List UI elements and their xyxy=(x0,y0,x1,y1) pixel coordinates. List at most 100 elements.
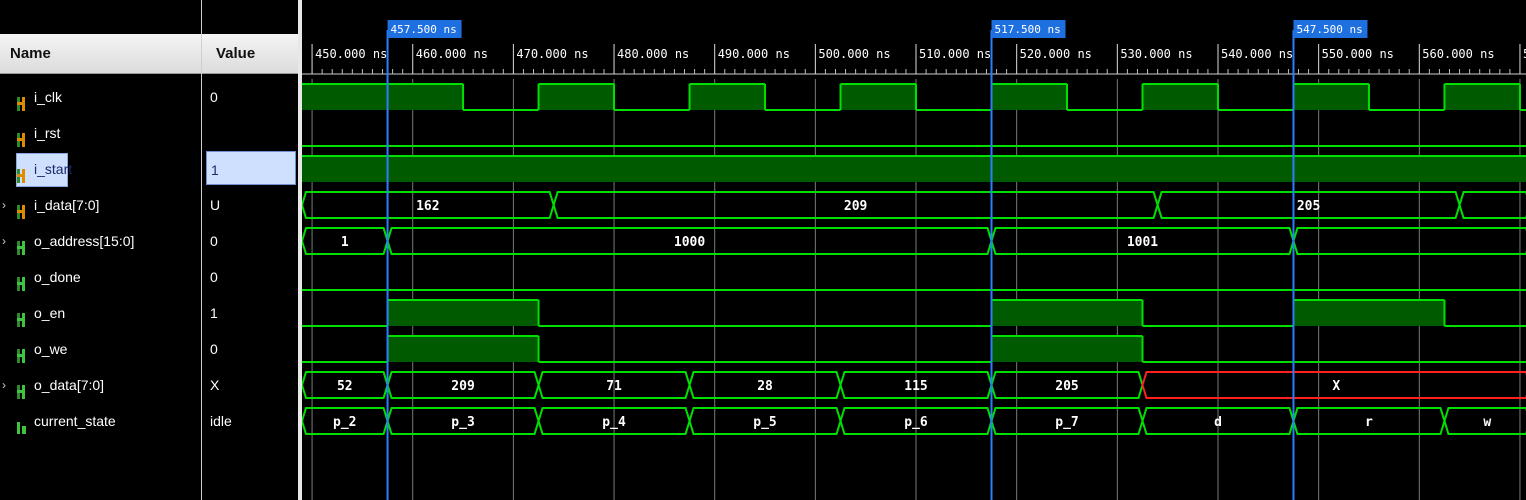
signal-values-panel: Value 0 1 U 0 0 1 0 Xidle xyxy=(202,0,298,500)
signal-name: o_en xyxy=(34,305,66,321)
state-signal-icon xyxy=(16,413,28,434)
bus-value-label: 205 xyxy=(1297,199,1320,214)
bus-value-label: r xyxy=(1365,415,1373,430)
signal-value: 0 xyxy=(210,89,218,105)
bus-value-label: 28 xyxy=(757,379,773,394)
waveform-viewer[interactable]: 450.000 ns 460.000 ns 470.000 ns 480.000 ns… xyxy=(302,0,1526,500)
signal-row-o_en[interactable]: o_en xyxy=(0,295,201,331)
output-bus-icon xyxy=(16,233,28,255)
bus-value-label: 209 xyxy=(451,379,474,394)
bus-value-label: p_3 xyxy=(451,415,474,430)
signal-name: i_data[7:0] xyxy=(34,197,100,213)
signal-row-o_address150[interactable]: › o_address[15:0] xyxy=(0,223,201,259)
signal-value: U xyxy=(210,197,221,213)
signal-name: o_done xyxy=(34,269,81,285)
signal-row-o_data70[interactable]: › o_data[7:0] xyxy=(0,367,201,403)
ruler-tick-label: 500.000 ns xyxy=(818,47,890,61)
output-signal-icon xyxy=(16,269,28,291)
bus-value-label: 205 xyxy=(1055,379,1078,394)
signal-names-panel: Name i_clk i_rst i_start › i_data[7:0] › o_add… xyxy=(0,0,201,500)
time-marker-label: 547.500 ns xyxy=(1296,23,1362,36)
time-marker-label: 517.500 ns xyxy=(995,23,1061,36)
wave-high-fill xyxy=(1444,84,1520,110)
signal-name: i_rst xyxy=(34,125,61,141)
signal-row-current_state[interactable]: current_state xyxy=(0,403,201,439)
input-signal-icon xyxy=(16,89,28,111)
bus-value-label: w xyxy=(1483,415,1491,430)
bus-value-label: 1001 xyxy=(1127,235,1158,250)
ruler-tick-label: 560.000 ns xyxy=(1422,47,1494,61)
bus-value-label: 1000 xyxy=(674,235,705,250)
ruler-tick-label: 540.000 ns xyxy=(1221,47,1293,61)
bus-value-label: p_2 xyxy=(333,415,356,430)
ruler-tick-label: 550.000 ns xyxy=(1322,47,1394,61)
wave-high-fill xyxy=(387,84,464,110)
bus-value-label: p_6 xyxy=(904,415,928,430)
signal-value: 0 xyxy=(210,341,218,357)
bus-segment xyxy=(1458,191,1526,219)
signal-name: o_address[15:0] xyxy=(34,233,135,249)
signal-value: 0 xyxy=(210,233,218,249)
wave-high-fill xyxy=(302,84,388,110)
output-bus-icon xyxy=(16,377,28,399)
wave-high-fill xyxy=(1142,84,1218,110)
time-marker-label: 457.500 ns xyxy=(391,23,457,36)
ruler-tick-label: 450.000 ns xyxy=(315,47,387,61)
bus-value-label: 162 xyxy=(416,199,439,214)
signal-name: o_we xyxy=(34,341,68,357)
bus-value-label: d xyxy=(1214,415,1222,430)
ruler-tick-label: 480.000 ns xyxy=(617,47,689,61)
input-signal-icon xyxy=(16,125,28,147)
signal-value: X xyxy=(210,377,220,393)
wave-high-fill xyxy=(689,84,766,110)
ruler-tick-label: 490.000 ns xyxy=(718,47,790,61)
signal-name: current_state xyxy=(34,413,116,429)
signal-name: i_clk xyxy=(34,89,63,105)
bus-value-label: 115 xyxy=(904,379,927,394)
bus-value-label: p_4 xyxy=(602,415,626,430)
bus-value-label: p_5 xyxy=(753,415,776,430)
wave-high-fill xyxy=(387,336,539,362)
ruler-tick-label: 510.000 ns xyxy=(919,47,991,61)
bus-value-label: p_7 xyxy=(1055,415,1078,430)
wave-high-fill xyxy=(1293,300,1445,326)
signal-value: 1 xyxy=(206,151,296,185)
signal-row-o_we[interactable]: o_we xyxy=(0,331,201,367)
wave-high-fill xyxy=(840,84,917,110)
signal-name: o_data[7:0] xyxy=(34,377,105,393)
output-signal-icon xyxy=(16,341,28,363)
wave-high-fill xyxy=(538,84,615,110)
output-signal-icon xyxy=(16,305,28,327)
wave-high-fill xyxy=(991,300,1143,326)
ruler-tick-label: 460.000 ns xyxy=(416,47,488,61)
signal-row-i_start[interactable]: i_start xyxy=(0,151,201,187)
bus-value-label: 71 xyxy=(606,379,622,394)
ruler-tick-label: 530.000 ns xyxy=(1120,47,1192,61)
wave-high-fill xyxy=(387,300,539,326)
wave-high-fill xyxy=(302,156,1526,182)
signal-value xyxy=(202,115,298,151)
bus-segment xyxy=(1292,227,1526,255)
signal-row-o_done[interactable]: o_done xyxy=(0,259,201,295)
ruler-tick-label: 470.000 ns xyxy=(516,47,588,61)
signal-row-i_data70[interactable]: › i_data[7:0] xyxy=(0,187,201,223)
wave-high-fill xyxy=(1293,84,1369,110)
expand-chevron-icon[interactable]: › xyxy=(2,187,6,223)
value-column-header[interactable]: Value xyxy=(202,34,298,74)
bus-value-label: 209 xyxy=(844,199,867,214)
wave-high-fill xyxy=(991,84,1067,110)
signal-value: 0 xyxy=(210,269,218,285)
wave-high-fill xyxy=(991,336,1143,362)
signal-name: i_start xyxy=(34,161,73,177)
bus-value-label: 1 xyxy=(341,235,349,250)
input-signal-icon xyxy=(16,161,28,183)
input-bus-icon xyxy=(16,197,28,219)
expand-chevron-icon[interactable]: › xyxy=(2,367,6,403)
expand-chevron-icon[interactable]: › xyxy=(2,223,6,259)
name-column-header[interactable]: Name xyxy=(0,34,201,74)
bus-value-label: 52 xyxy=(337,379,353,394)
bus-value-label: X xyxy=(1332,379,1340,394)
signal-row-i_clk[interactable]: i_clk xyxy=(0,79,201,115)
signal-row-i_rst[interactable]: i_rst xyxy=(0,115,201,151)
ruler-tick-label: 520.000 ns xyxy=(1020,47,1092,61)
